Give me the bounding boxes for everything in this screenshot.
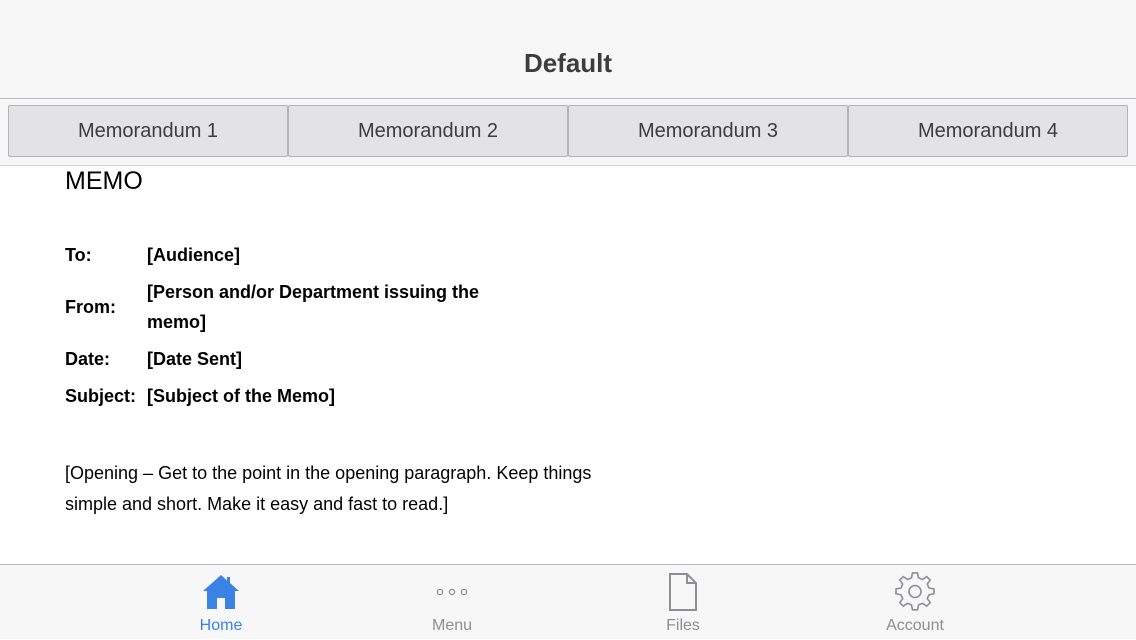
subject-value: [Subject of the Memo] <box>147 386 335 406</box>
tab-memorandum-4[interactable]: Memorandum 4 <box>848 105 1128 157</box>
nav-account-label: Account <box>886 617 944 634</box>
gear-icon <box>895 572 935 611</box>
to-label: To: <box>65 245 92 265</box>
tab-memorandum-3[interactable]: Memorandum 3 <box>568 105 848 157</box>
tab-memorandum-2[interactable]: Memorandum 2 <box>288 105 568 157</box>
memo-tab-bar: Memorandum 1 Memorandum 2 Memorandum 3 M… <box>0 99 1136 166</box>
nav-home[interactable]: Home <box>161 565 281 640</box>
from-value: [Person and/or Department issuing the me… <box>147 282 480 332</box>
nav-menu-label: Menu <box>431 617 473 634</box>
top-header: Default <box>0 0 1136 99</box>
tab-memorandum-1[interactable]: Memorandum 1 <box>8 105 288 157</box>
nav-files[interactable]: Files <box>623 565 743 640</box>
from-label: From: <box>65 297 116 317</box>
nav-files-label: Files <box>666 617 700 634</box>
to-value: [Audience] <box>147 245 241 265</box>
file-icon <box>669 573 697 611</box>
memo-heading: MEMO <box>65 167 143 195</box>
home-icon <box>203 575 239 609</box>
page-title: Default <box>523 48 613 78</box>
bottom-tab-bar: Home Menu Files Account <box>0 564 1136 639</box>
subject-label: Subject: <box>65 386 137 406</box>
date-value: [Date Sent] <box>147 349 243 369</box>
nav-menu[interactable]: Menu <box>392 565 512 640</box>
opening-paragraph: [Opening – Get to the point in the openi… <box>65 463 592 514</box>
memo-document[interactable]: MEMO To: [Audience] From: [Person and/or… <box>0 167 1136 564</box>
more-dots-icon <box>436 588 468 596</box>
nav-home-label: Home <box>199 617 243 634</box>
nav-account[interactable]: Account <box>855 565 975 640</box>
date-label: Date: <box>65 349 111 369</box>
